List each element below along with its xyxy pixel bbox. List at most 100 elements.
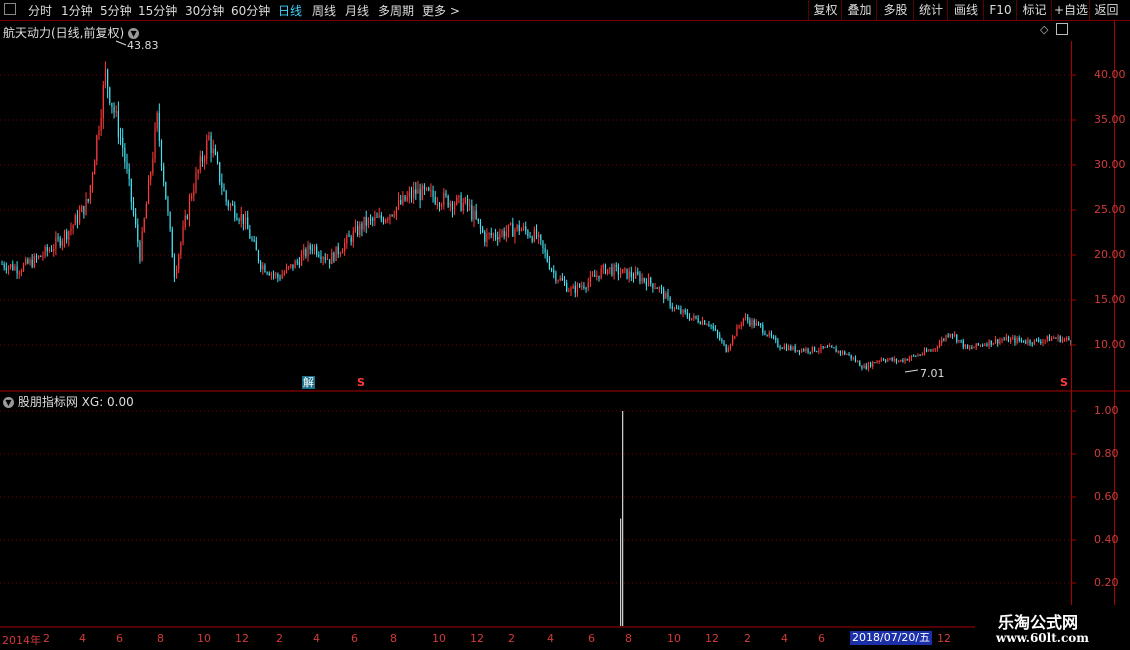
candle-body — [1010, 338, 1012, 342]
candle-body — [18, 272, 20, 274]
period-tab[interactable]: 1分钟 — [61, 2, 93, 19]
candle-body — [5, 267, 7, 271]
candle-body — [94, 160, 96, 175]
candle-body — [397, 200, 400, 208]
candle-body — [173, 257, 176, 278]
candle-body — [561, 278, 563, 281]
candle-body — [518, 224, 520, 232]
toolbar-button[interactable]: 复权 — [808, 0, 842, 20]
candle-body — [762, 325, 764, 333]
toolbar-button[interactable]: +自选 — [1051, 0, 1090, 20]
candle-body — [637, 271, 639, 275]
candle-body — [839, 350, 841, 354]
period-tab[interactable]: 更多 > — [422, 2, 460, 19]
candle-body — [229, 204, 232, 207]
toolbar-button[interactable]: 返回 — [1089, 0, 1123, 20]
candle-body — [790, 346, 792, 350]
period-tab[interactable]: 周线 — [312, 2, 336, 19]
candle-body — [688, 316, 691, 320]
candle-body — [820, 346, 822, 351]
candle-body — [919, 354, 921, 356]
candle-body — [956, 334, 958, 342]
candle-body — [20, 271, 22, 273]
unlock-marker[interactable]: 解 — [302, 376, 315, 389]
candle-body — [328, 259, 331, 264]
candle-body — [971, 347, 973, 349]
candle-body — [512, 223, 514, 237]
candle-body — [525, 226, 527, 231]
candle-body — [195, 173, 197, 192]
candle-body — [221, 181, 223, 188]
candle-body — [596, 275, 598, 277]
candle-body — [531, 237, 533, 242]
candle-body — [78, 212, 81, 224]
chevron-down-icon[interactable]: ▼ — [3, 397, 14, 408]
candle-body — [206, 139, 208, 159]
candle-body — [445, 192, 447, 196]
candle-body — [460, 195, 462, 211]
period-tab[interactable]: 月线 — [345, 2, 369, 19]
candle-body — [1031, 343, 1033, 345]
toolbar-button[interactable]: F10 — [983, 0, 1017, 20]
candle-body — [712, 325, 714, 329]
candle-body — [1063, 338, 1066, 340]
candle-body — [402, 195, 404, 204]
candle-body — [772, 336, 775, 338]
candle-body — [897, 361, 900, 363]
toolbar-button[interactable]: 统计 — [913, 0, 948, 20]
toolbar-button[interactable]: 多股 — [876, 0, 914, 20]
period-tab[interactable]: 分时 — [28, 2, 52, 19]
candle-body — [12, 264, 14, 270]
candle-body — [535, 229, 538, 238]
period-tab[interactable]: 日线 — [278, 2, 302, 19]
x-tick-label: 8 — [390, 632, 397, 645]
candle-body — [61, 240, 63, 246]
candle-body — [191, 195, 193, 199]
x-tick-label: 4 — [781, 632, 788, 645]
candle-body — [436, 203, 438, 205]
candle-body — [999, 340, 1001, 344]
period-tab[interactable]: 60分钟 — [231, 2, 270, 19]
candle-body — [891, 358, 893, 361]
period-tab[interactable]: 30分钟 — [185, 2, 224, 19]
toolbar-button[interactable]: 画线 — [947, 0, 984, 20]
candle-body — [232, 204, 234, 206]
candle-body — [654, 288, 656, 290]
candle-body — [294, 261, 296, 269]
period-tab[interactable]: 15分钟 — [138, 2, 177, 19]
candle-body — [576, 284, 579, 293]
window-icon[interactable] — [4, 3, 16, 15]
candle-body — [527, 230, 529, 237]
candle-body — [139, 242, 141, 261]
candle-body — [128, 168, 130, 180]
candle-body — [1048, 336, 1051, 341]
candle-body — [434, 196, 436, 204]
candle-body — [464, 198, 466, 204]
candle-body — [994, 339, 997, 344]
candle-body — [824, 346, 826, 348]
candle-body — [904, 359, 906, 362]
grid-lines — [0, 74, 1071, 584]
toolbar-button[interactable]: 叠加 — [841, 0, 877, 20]
candle-body — [647, 277, 650, 287]
candle-body — [415, 189, 417, 194]
candle-body — [186, 215, 188, 219]
candle-body — [510, 223, 512, 225]
toolbar-button[interactable]: 标记 — [1016, 0, 1052, 20]
candle-body — [861, 366, 863, 369]
s-marker[interactable]: S — [1060, 376, 1068, 389]
candle-body — [917, 354, 919, 357]
candle-body — [788, 346, 790, 351]
candle-body — [311, 249, 313, 251]
indicator-title: 股朋指标网 — [17, 395, 78, 409]
s-marker[interactable]: S — [357, 376, 365, 389]
candle-body — [89, 185, 91, 202]
candle-body — [1018, 337, 1020, 341]
candle-body — [699, 322, 701, 325]
candle-body — [805, 348, 807, 352]
candle-body — [691, 318, 693, 320]
period-tab[interactable]: 5分钟 — [100, 2, 132, 19]
period-tab[interactable]: 多周期 — [378, 2, 414, 19]
candle-body — [716, 330, 719, 335]
candle-body — [98, 130, 100, 136]
